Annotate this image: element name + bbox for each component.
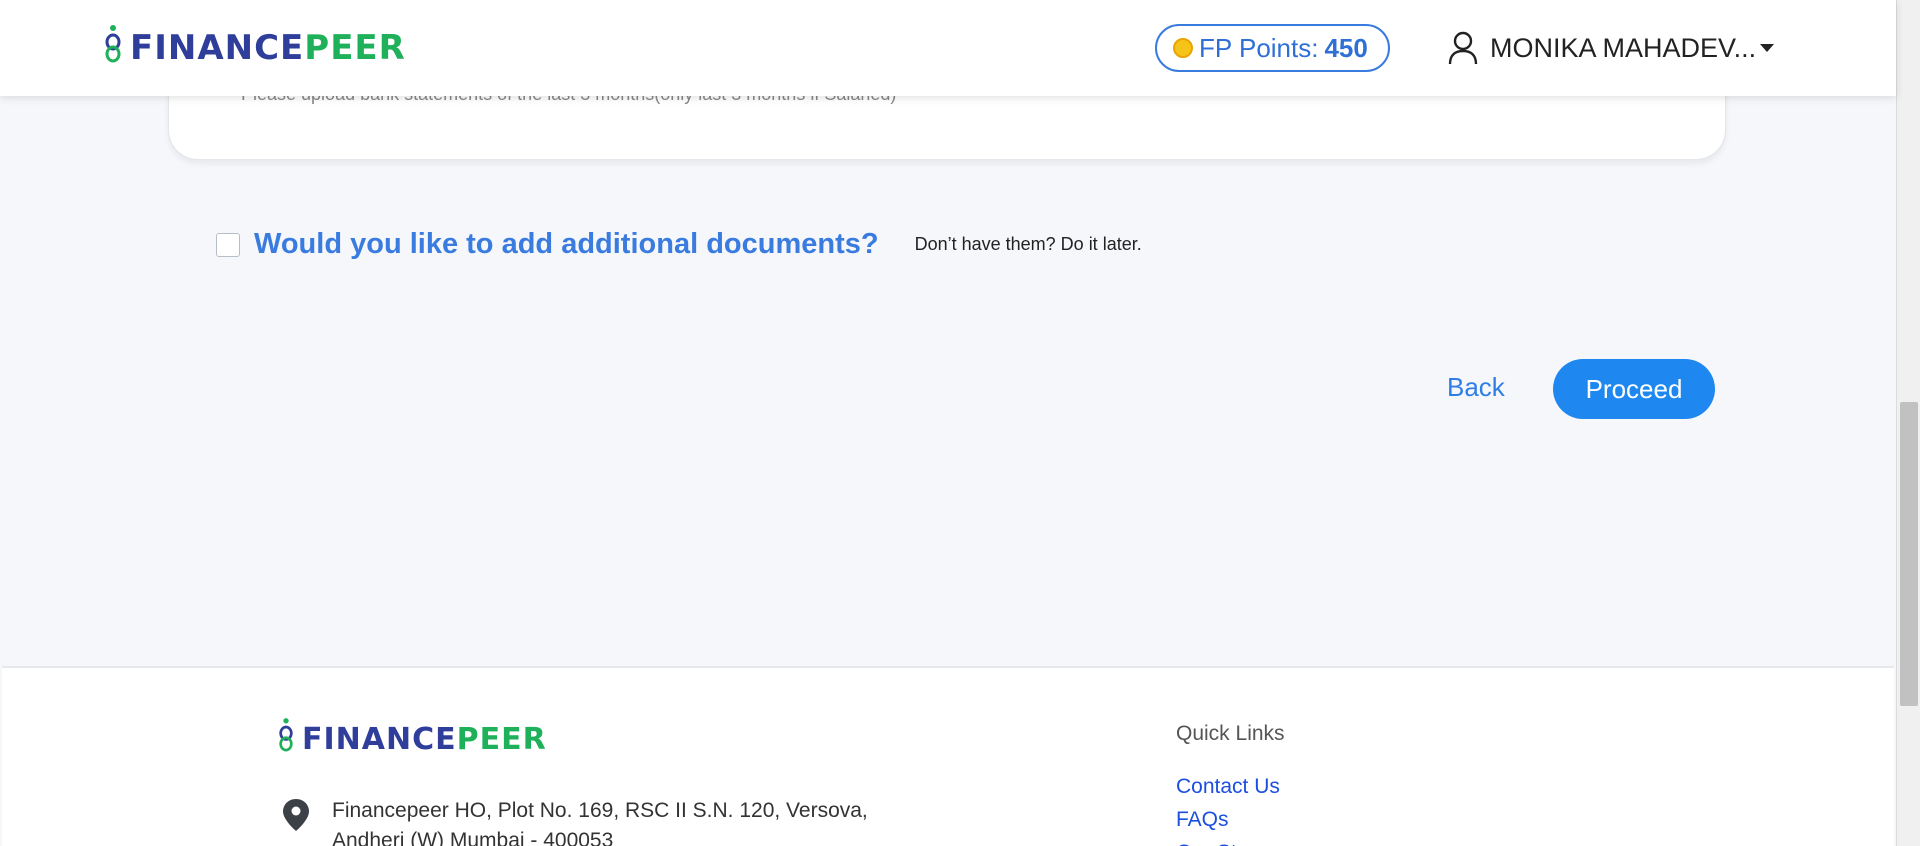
chevron-down-icon [1760, 44, 1775, 52]
location-pin-icon [282, 798, 310, 832]
fp-points-badge[interactable]: FP Points: 450 [1155, 24, 1390, 72]
scrollbar-thumb[interactable] [1900, 402, 1918, 706]
do-it-later-text: Don’t have them? Do it later. [914, 234, 1142, 254]
fp-points-value: 450 [1324, 32, 1368, 63]
logo-word-peer: PEER [304, 28, 406, 68]
footer-address: Financepeer HO, Plot No. 169, RSC II S.N… [282, 796, 892, 846]
footer: FINANCE PEER Financepeer HO, Plot No. 169… [2, 666, 1894, 846]
logo-mark-icon [278, 717, 294, 761]
logo-mark-icon [104, 24, 122, 73]
financepeer-logo[interactable]: FINANCE PEER [104, 24, 406, 73]
footer-logo[interactable]: FINANCE PEER [278, 718, 547, 757]
page-scrollbar[interactable] [1896, 0, 1920, 846]
top-header: FINANCE PEER FP Points: 450 MONIKA MAHADE… [0, 0, 1896, 96]
fp-points-label: FP Points: [1199, 32, 1319, 63]
quick-links-list: Contact Us FAQs Our Story [1176, 770, 1280, 846]
additional-docs-checkbox[interactable] [216, 232, 240, 257]
user-menu[interactable]: MONIKA MAHADEV... [1448, 28, 1775, 68]
our-story-link[interactable]: Our Story [1176, 836, 1280, 846]
back-button[interactable]: Back [1447, 372, 1505, 403]
additional-docs-row: Would you like to add additional documen… [216, 228, 1142, 261]
logo-word-peer: PEER [456, 721, 547, 757]
page: Please upload bank statements of the las… [0, 0, 1920, 846]
contact-us-link[interactable]: Contact Us [1176, 770, 1280, 803]
address-text: Financepeer HO, Plot No. 169, RSC II S.N… [332, 799, 868, 846]
user-icon [1448, 31, 1478, 65]
logo-word-finance: FINANCE [130, 28, 305, 68]
proceed-button[interactable]: Proceed [1553, 359, 1715, 419]
quick-links-title: Quick Links [1176, 722, 1285, 745]
additional-docs-question[interactable]: Would you like to add additional documen… [254, 228, 879, 261]
logo-word-finance: FINANCE [302, 721, 457, 757]
user-name: MONIKA MAHADEV... [1490, 32, 1757, 63]
faqs-link[interactable]: FAQs [1176, 803, 1280, 836]
coin-icon [1173, 38, 1193, 58]
